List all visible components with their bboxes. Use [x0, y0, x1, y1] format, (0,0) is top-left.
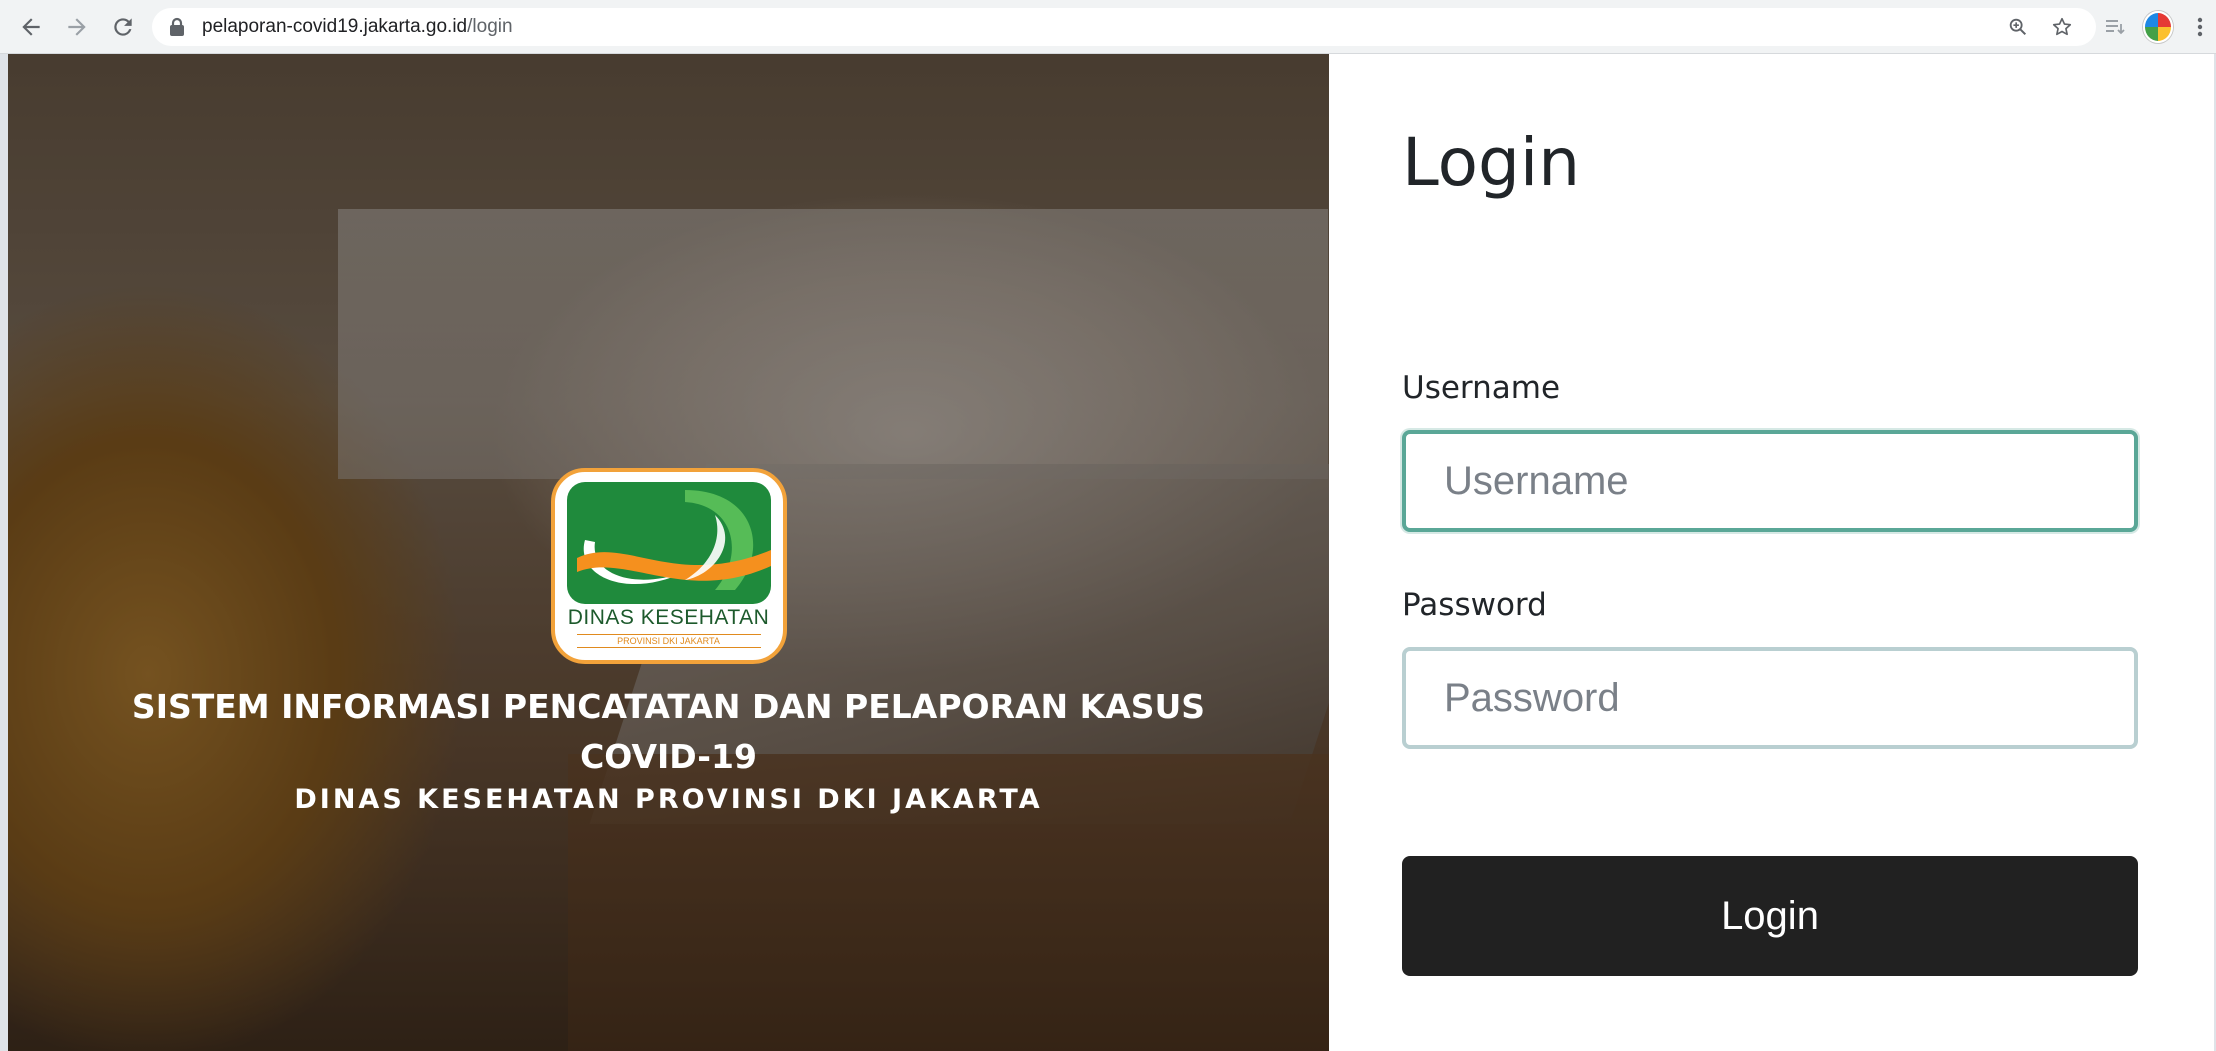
login-heading: Login — [1402, 124, 1581, 201]
reload-icon[interactable] — [106, 10, 140, 44]
address-bar[interactable]: pelaporan-covid19.jakarta.go.id/login — [152, 8, 2096, 46]
zoom-icon[interactable] — [2006, 15, 2030, 39]
logo-emblem-icon — [566, 482, 771, 604]
page: DINAS KESEHATAN PROVINSI DKI JAKARTA SIS… — [8, 54, 2214, 1051]
username-input[interactable] — [1402, 430, 2138, 532]
profile-avatar[interactable] — [2143, 11, 2173, 43]
url-path: /login — [467, 16, 513, 37]
password-input[interactable] — [1402, 647, 2138, 749]
logo-text: DINAS KESEHATAN — [567, 606, 770, 629]
system-title: SISTEM INFORMASI PENCATATAN DAN PELAPORA… — [131, 687, 1206, 776]
login-panel: Login Username Password Login — [1329, 54, 2214, 1051]
reading-list-icon[interactable] — [2100, 12, 2130, 42]
password-label: Password — [1402, 587, 1547, 623]
kebab-menu-icon[interactable] — [2188, 12, 2212, 42]
dinkes-logo: DINAS KESEHATAN PROVINSI DKI JAKARTA — [550, 468, 787, 664]
star-icon[interactable] — [2050, 15, 2074, 39]
agency-subtitle: DINAS KESEHATAN PROVINSI DKI JAKARTA — [294, 784, 1043, 815]
hero-content: DINAS KESEHATAN PROVINSI DKI JAKARTA SIS… — [8, 468, 1329, 815]
url-host: pelaporan-covid19.jakarta.go.id — [202, 16, 468, 37]
back-arrow-icon[interactable] — [14, 10, 48, 44]
username-label: Username — [1402, 370, 1561, 406]
logo-subtext: PROVINSI DKI JAKARTA — [576, 634, 761, 648]
hero-panel: DINAS KESEHATAN PROVINSI DKI JAKARTA SIS… — [8, 54, 1329, 1051]
browser-toolbar: pelaporan-covid19.jakarta.go.id/login — [0, 0, 2216, 54]
lock-icon — [170, 17, 184, 36]
url-text: pelaporan-covid19.jakarta.go.id/login — [202, 16, 513, 38]
login-button[interactable]: Login — [1402, 856, 2138, 976]
forward-arrow-icon[interactable] — [60, 10, 94, 44]
avatar — [2143, 11, 2173, 43]
